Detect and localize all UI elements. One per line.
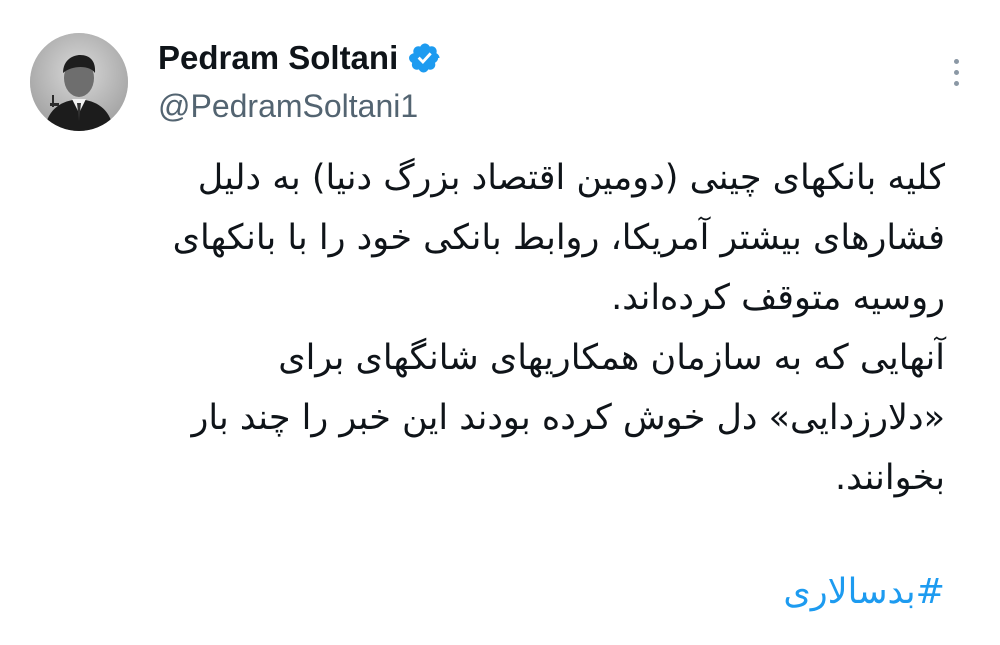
more-dot [953,80,959,86]
avatar-image [30,33,128,131]
tweet-card: Pedram Soltani @PedramSoltani1 کلیه بانک… [0,0,1000,645]
tweet-text-line: فشارهای بیشتر آمریکا، روابط بانکی خود را… [172,218,945,258]
tweet-text-line: آنهایی که به سازمان همکاریهای شانگهای بر… [278,338,945,378]
tweet-text-line: کلیه بانکهای چینی (دومین اقتصاد بزرگ دنی… [197,158,945,198]
tweet-text-line: «دلارزدایی» دل خوش کرده بودند این خبر را… [191,398,945,438]
tweet-text-line: روسیه متوقف کرده‌اند. [611,278,945,318]
more-dot [953,69,959,75]
author-avatar[interactable] [30,33,128,131]
verified-badge-icon [408,41,442,75]
author-display-name[interactable]: Pedram Soltani [158,34,398,82]
tweet-text-line: بخوانند. [835,458,945,498]
more-options-icon[interactable] [940,52,972,92]
author-handle[interactable]: @PedramSoltani1 [158,84,418,128]
author-name-row: Pedram Soltani [158,34,442,82]
more-dot [953,58,959,64]
hashtag-link[interactable]: #بدسالاری [60,562,945,622]
tweet-text: کلیه بانکهای چینی (دومین اقتصاد بزرگ دنی… [60,148,945,508]
